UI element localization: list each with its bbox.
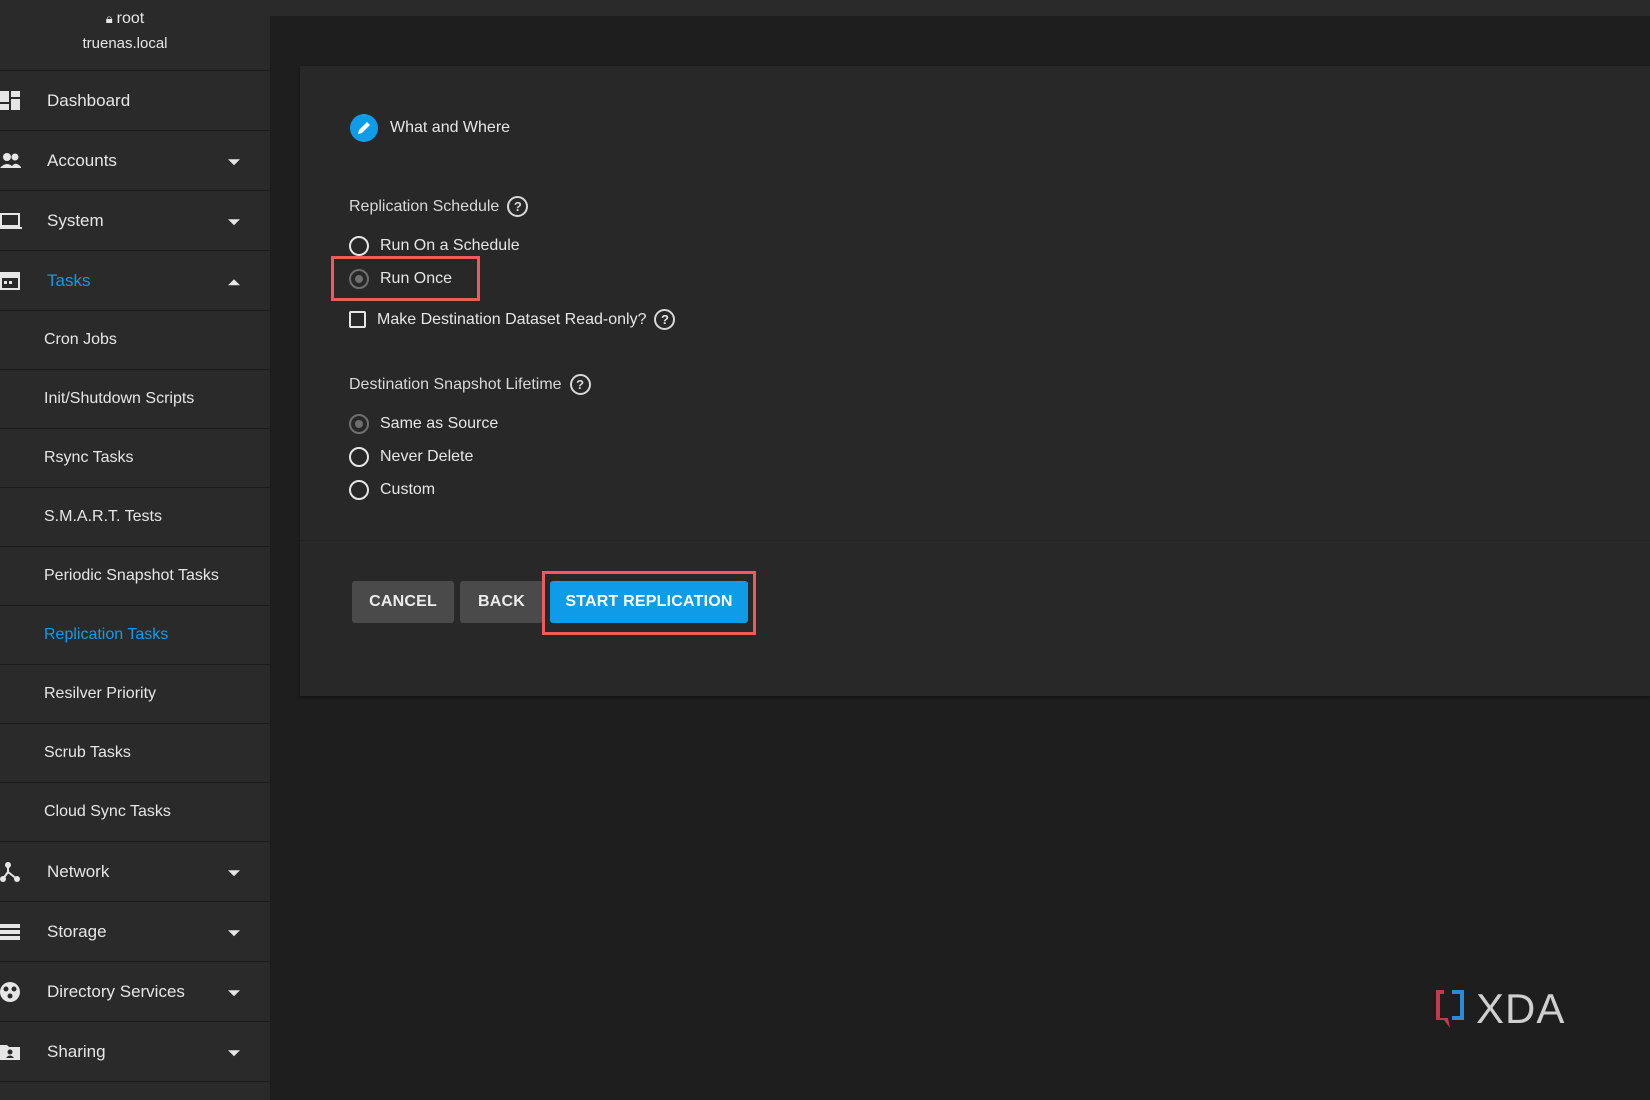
sidebar-item-label: Network bbox=[47, 861, 110, 881]
wizard-step-header[interactable]: What and Where bbox=[350, 114, 510, 142]
sharing-icon bbox=[0, 1044, 20, 1060]
sidebar-subitem-scrub-tasks[interactable]: Scrub Tasks bbox=[0, 724, 270, 783]
readonly-checkbox[interactable] bbox=[349, 311, 366, 328]
sidebar-item-system[interactable]: System bbox=[0, 191, 270, 251]
actions-divider bbox=[300, 540, 1650, 541]
radio-never-delete[interactable]: Never Delete bbox=[349, 447, 473, 467]
xda-watermark: XDA bbox=[1432, 985, 1565, 1033]
dashboard-icon bbox=[0, 90, 20, 110]
back-button[interactable]: BACK bbox=[460, 581, 543, 623]
radio-run-on-schedule[interactable]: Run On a Schedule bbox=[349, 236, 520, 256]
tasks-icon bbox=[0, 271, 20, 290]
radio-button[interactable] bbox=[349, 414, 369, 434]
sidebar-item-label: Accounts bbox=[47, 150, 117, 170]
chevron-down-icon bbox=[228, 1049, 240, 1056]
sidebar-item-directory-services[interactable]: Directory Services bbox=[0, 962, 270, 1022]
sidebar-item-dashboard[interactable]: Dashboard bbox=[0, 71, 270, 131]
radio-label: Never Delete bbox=[380, 448, 474, 465]
accounts-icon bbox=[0, 152, 21, 168]
sidebar-item-sharing[interactable]: Sharing bbox=[0, 1022, 270, 1082]
chevron-up-icon bbox=[228, 278, 240, 285]
start-replication-highlight-box bbox=[542, 571, 756, 635]
radio-label: Same as Source bbox=[380, 415, 499, 432]
sidebar-subitem-cron-jobs[interactable]: Cron Jobs bbox=[0, 311, 270, 370]
radio-label: Custom bbox=[380, 481, 436, 498]
sidebar-subitem-label: Cloud Sync Tasks bbox=[44, 803, 171, 820]
help-icon[interactable]: ? bbox=[654, 309, 676, 330]
chevron-down-icon bbox=[228, 158, 240, 165]
sidebar-item-tasks[interactable]: Tasks bbox=[0, 251, 270, 311]
storage-icon bbox=[0, 923, 20, 940]
run-once-highlight-box bbox=[331, 256, 480, 301]
radio-same-as-source[interactable]: Same as Source bbox=[349, 414, 498, 434]
top-strip bbox=[270, 0, 1650, 16]
help-icon[interactable]: ? bbox=[569, 374, 591, 395]
radio-label: Run On a Schedule bbox=[380, 237, 520, 254]
xda-logo-icon bbox=[1436, 990, 1464, 1028]
sidebar-subitem-replication-tasks[interactable]: Replication Tasks bbox=[0, 606, 270, 665]
chevron-down-icon bbox=[228, 989, 240, 996]
sidebar-subitem-label: Resilver Priority bbox=[44, 685, 157, 702]
cancel-button[interactable]: CANCEL bbox=[352, 581, 454, 623]
radio-button[interactable] bbox=[349, 236, 369, 256]
sidebar-item-label: Tasks bbox=[47, 270, 91, 290]
radio-button[interactable] bbox=[349, 447, 369, 467]
snapshot-lifetime-label: Destination Snapshot Lifetime ? bbox=[349, 374, 591, 395]
sidebar-subitem-rsync-tasks[interactable]: Rsync Tasks bbox=[0, 429, 270, 488]
network-icon bbox=[0, 861, 20, 882]
sidebar-subitem-cloud-sync-tasks[interactable]: Cloud Sync Tasks bbox=[0, 783, 270, 842]
sidebar-item-label: Dashboard bbox=[47, 90, 131, 110]
step-label: What and Where bbox=[390, 119, 511, 136]
sidebar-item-label: Storage bbox=[47, 921, 107, 941]
directory-services-icon bbox=[0, 981, 20, 1002]
sidebar-subitem-smart-tests[interactable]: S.M.A.R.T. Tests bbox=[0, 488, 270, 547]
sidebar-subitem-resilver-priority[interactable]: Resilver Priority bbox=[0, 665, 270, 724]
hostname: truenas.local bbox=[82, 35, 168, 52]
replication-wizard-panel: What and Where Replication Schedule ? Ru… bbox=[300, 66, 1650, 696]
xda-watermark-text: XDA bbox=[1476, 985, 1566, 1032]
snapshot-lifetime-text: Destination Snapshot Lifetime bbox=[349, 375, 562, 393]
sidebar-subitem-label: Replication Tasks bbox=[44, 626, 169, 643]
sidebar-subitem-label: Init/Shutdown Scripts bbox=[44, 390, 195, 407]
sidebar-subitem-label: Periodic Snapshot Tasks bbox=[44, 567, 219, 584]
user-line: 🔒︎ root bbox=[0, 10, 250, 28]
sidebar-subitem-periodic-snapshot-tasks[interactable]: Periodic Snapshot Tasks bbox=[0, 547, 270, 606]
username: root bbox=[116, 10, 145, 27]
chevron-down-icon bbox=[228, 929, 240, 936]
sidebar-subitem-label: Cron Jobs bbox=[44, 331, 117, 348]
user-block: 🔒︎ root truenas.local bbox=[0, 0, 270, 71]
chevron-down-icon bbox=[228, 869, 240, 876]
radio-custom[interactable]: Custom bbox=[349, 480, 435, 500]
sidebar-subitem-label: S.M.A.R.T. Tests bbox=[44, 508, 162, 525]
readonly-checkbox-row[interactable]: Make Destination Dataset Read-only? ? bbox=[349, 309, 676, 330]
sidebar-item-label: System bbox=[47, 210, 104, 230]
sidebar-item-storage[interactable]: Storage bbox=[0, 902, 270, 962]
sidebar-item-network[interactable]: Network bbox=[0, 842, 270, 902]
replication-schedule-label: Replication Schedule ? bbox=[349, 196, 529, 217]
sidebar-subitem-label: Scrub Tasks bbox=[44, 744, 131, 761]
sidebar-item-label: Directory Services bbox=[47, 981, 185, 1001]
lock-icon: 🔒︎ bbox=[105, 11, 113, 26]
chevron-down-icon bbox=[228, 218, 240, 225]
system-icon bbox=[0, 212, 22, 229]
sidebar-item-accounts[interactable]: Accounts bbox=[0, 131, 270, 191]
readonly-checkbox-label: Make Destination Dataset Read-only? bbox=[377, 310, 647, 328]
sidebar-subitem-label: Rsync Tasks bbox=[44, 449, 134, 466]
sidebar-subitem-init-shutdown-scripts[interactable]: Init/Shutdown Scripts bbox=[0, 370, 270, 429]
replication-schedule-text: Replication Schedule bbox=[349, 197, 500, 215]
step-edit-icon bbox=[350, 114, 378, 142]
sidebar: 🔒︎ root truenas.local Dashboard Accounts … bbox=[0, 0, 270, 1100]
radio-button[interactable] bbox=[349, 480, 369, 500]
sidebar-item-label: Sharing bbox=[47, 1041, 106, 1061]
help-icon[interactable]: ? bbox=[507, 196, 529, 217]
